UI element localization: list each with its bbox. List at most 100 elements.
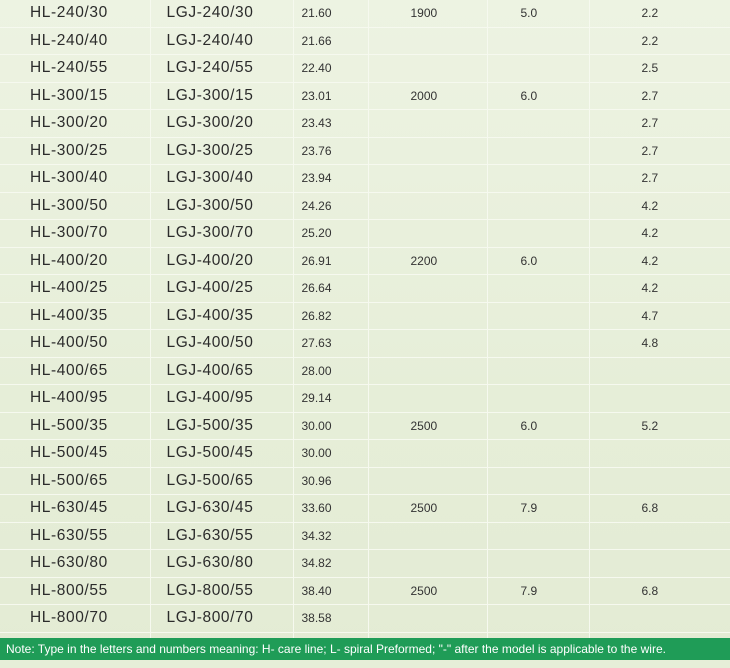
- diameter-cell: 30.00: [293, 439, 369, 468]
- model-cell: HL-300/15: [0, 82, 151, 110]
- model-cell: HL-400/65: [0, 357, 151, 385]
- length-cell: [368, 137, 488, 165]
- pitch-cell: [487, 219, 590, 248]
- diameter-cell: 38.40: [293, 577, 369, 605]
- table-row: HL-400/95 LGJ-400/95 29.14: [0, 384, 730, 413]
- model-cell: HL-630/55: [0, 522, 151, 550]
- wire-cell: LGJ-400/95: [150, 384, 294, 413]
- wire-cell: LGJ-240/40: [150, 27, 294, 55]
- length-cell: [368, 27, 488, 55]
- pitch-cell: [487, 137, 590, 165]
- pitch-cell: [487, 357, 590, 385]
- diameter-cell: 34.82: [293, 549, 369, 578]
- model-cell: HL-400/20: [0, 247, 151, 275]
- spec-table-body: HL-240/30 LGJ-240/30 21.60 1900 5.0 2.2 HL-240…: [0, 0, 730, 660]
- pitch-cell: 6.0: [487, 82, 590, 110]
- table-row: HL-630/45 LGJ-630/45 33.60 2500 7.9 6.8: [0, 494, 730, 523]
- table-row: HL-800/55 LGJ-800/55 38.40 2500 7.9 6.8: [0, 577, 730, 605]
- length-cell: 2500: [368, 577, 488, 605]
- wire-cell: LGJ-630/80: [150, 549, 294, 578]
- wire-cell: LGJ-400/20: [150, 247, 294, 275]
- model-cell: HL-300/70: [0, 219, 151, 248]
- weight-cell: 6.8: [589, 494, 730, 523]
- pitch-cell: 5.0: [487, 0, 590, 28]
- diameter-cell: 38.58: [293, 604, 369, 633]
- pitch-cell: [487, 54, 590, 83]
- pitch-cell: [487, 604, 590, 633]
- model-cell: HL-400/95: [0, 384, 151, 413]
- diameter-cell: 25.20: [293, 219, 369, 248]
- pitch-cell: 7.9: [487, 577, 590, 605]
- model-cell: HL-300/40: [0, 164, 151, 193]
- model-cell: HL-240/40: [0, 27, 151, 55]
- diameter-cell: 29.14: [293, 384, 369, 413]
- pitch-cell: 6.0: [487, 412, 590, 440]
- length-cell: [368, 384, 488, 413]
- page-bottom-strip: [0, 660, 730, 668]
- length-cell: 2200: [368, 247, 488, 275]
- pitch-cell: [487, 329, 590, 358]
- model-cell: HL-300/50: [0, 192, 151, 220]
- diameter-cell: 26.91: [293, 247, 369, 275]
- length-cell: [368, 357, 488, 385]
- weight-cell: [589, 604, 730, 633]
- model-cell: HL-500/35: [0, 412, 151, 440]
- length-cell: 1900: [368, 0, 488, 28]
- weight-cell: 4.2: [589, 274, 730, 303]
- wire-cell: LGJ-500/65: [150, 467, 294, 495]
- wire-cell: LGJ-240/55: [150, 54, 294, 83]
- pitch-cell: [487, 302, 590, 330]
- length-cell: 2000: [368, 82, 488, 110]
- wire-cell: LGJ-300/50: [150, 192, 294, 220]
- wire-cell: LGJ-240/30: [150, 0, 294, 28]
- pitch-cell: [487, 522, 590, 550]
- diameter-cell: 26.82: [293, 302, 369, 330]
- table-row: HL-400/20 LGJ-400/20 26.91 2200 6.0 4.2: [0, 247, 730, 275]
- pitch-cell: [487, 549, 590, 578]
- table-row: HL-630/80 LGJ-630/80 34.82: [0, 549, 730, 578]
- diameter-cell: 28.00: [293, 357, 369, 385]
- length-cell: [368, 439, 488, 468]
- table-row: HL-400/35 LGJ-400/35 26.82 4.7: [0, 302, 730, 330]
- weight-cell: 2.7: [589, 164, 730, 193]
- wire-cell: LGJ-630/55: [150, 522, 294, 550]
- weight-cell: 2.7: [589, 82, 730, 110]
- diameter-cell: 26.64: [293, 274, 369, 303]
- pitch-cell: [487, 274, 590, 303]
- weight-cell: 4.7: [589, 302, 730, 330]
- diameter-cell: 23.01: [293, 82, 369, 110]
- model-cell: HL-800/55: [0, 577, 151, 605]
- weight-cell: 4.2: [589, 219, 730, 248]
- table-row: HL-800/70 LGJ-800/70 38.58: [0, 604, 730, 633]
- diameter-cell: 22.40: [293, 54, 369, 83]
- weight-cell: [589, 467, 730, 495]
- table-row: HL-300/15 LGJ-300/15 23.01 2000 6.0 2.7: [0, 82, 730, 110]
- weight-cell: 6.8: [589, 577, 730, 605]
- model-cell: HL-630/45: [0, 494, 151, 523]
- diameter-cell: 23.43: [293, 109, 369, 138]
- table-row: HL-500/45 LGJ-500/45 30.00: [0, 439, 730, 468]
- weight-cell: 4.2: [589, 247, 730, 275]
- length-cell: [368, 302, 488, 330]
- diameter-cell: 34.32: [293, 522, 369, 550]
- weight-cell: [589, 549, 730, 578]
- model-cell: HL-400/35: [0, 302, 151, 330]
- weight-cell: 2.2: [589, 27, 730, 55]
- model-cell: HL-400/50: [0, 329, 151, 358]
- table-row: HL-240/40 LGJ-240/40 21.66 2.2: [0, 27, 730, 55]
- wire-cell: LGJ-800/70: [150, 604, 294, 633]
- diameter-cell: 21.66: [293, 27, 369, 55]
- table-row: HL-300/40 LGJ-300/40 23.94 2.7: [0, 164, 730, 193]
- length-cell: [368, 164, 488, 193]
- length-cell: [368, 467, 488, 495]
- table-row: HL-630/55 LGJ-630/55 34.32: [0, 522, 730, 550]
- model-cell: HL-400/25: [0, 274, 151, 303]
- table-row: HL-300/70 LGJ-300/70 25.20 4.2: [0, 219, 730, 248]
- spec-table: HL-240/30 LGJ-240/30 21.60 1900 5.0 2.2 HL-240…: [0, 0, 730, 660]
- table-row: HL-500/65 LGJ-500/65 30.96: [0, 467, 730, 495]
- wire-cell: LGJ-400/35: [150, 302, 294, 330]
- pitch-cell: 6.0: [487, 247, 590, 275]
- diameter-cell: 30.96: [293, 467, 369, 495]
- weight-cell: 2.2: [589, 0, 730, 28]
- wire-cell: LGJ-300/40: [150, 164, 294, 193]
